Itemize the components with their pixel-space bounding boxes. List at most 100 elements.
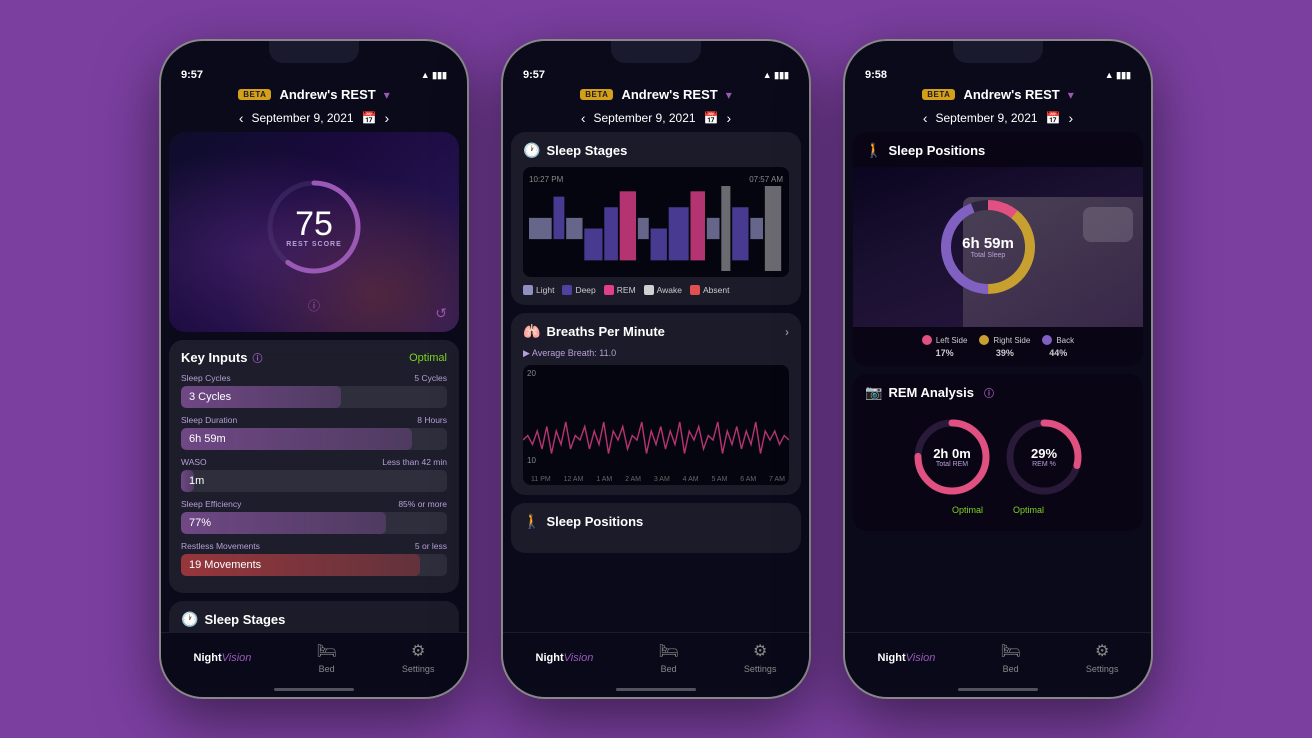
score-info-icon[interactable]: ⓘ	[308, 297, 320, 314]
metric-sleep-duration: Sleep Duration 8 Hours 6h 59m	[181, 415, 447, 450]
nav-title-3: Andrew's REST	[963, 87, 1059, 102]
sleep-positions-card: 🚶 Sleep Positions	[853, 132, 1143, 366]
brand-2: Night Vision	[536, 652, 594, 664]
nav-dropdown-1[interactable]: ▾	[384, 88, 390, 102]
nav-bed-3[interactable]: 🛏 Bed	[1001, 641, 1021, 674]
calendar-icon-3[interactable]: 📅	[1046, 111, 1061, 125]
notch-1	[269, 41, 359, 63]
legend-back: Back 44%	[1042, 335, 1074, 358]
bed-icon-3: 🛏	[1001, 641, 1021, 661]
total-sleep-label: Total Sleep	[962, 252, 1014, 259]
breaths-chevron[interactable]: ›	[785, 325, 789, 339]
metric-sleep-duration-header: Sleep Duration 8 Hours	[181, 415, 447, 425]
metric-restless-header: Restless Movements 5 or less	[181, 541, 447, 551]
score-circle-container: 75 ReST SCORE	[264, 177, 364, 277]
status-bar-3: 9:58 ▲ ▮▮▮	[845, 63, 1151, 83]
nav-bed-2[interactable]: 🛏 Bed	[659, 641, 679, 674]
metric-restless-bar: 19 Movements	[181, 554, 447, 576]
clock-icon-2: 🕐	[523, 142, 540, 159]
rem-info-icon[interactable]: ⓘ	[984, 385, 994, 400]
calendar-icon-2[interactable]: 📅	[704, 111, 719, 125]
score-label: ReST SCORE	[286, 241, 342, 248]
calendar-icon-1[interactable]: 📅	[362, 111, 377, 125]
person-icon-3: 🚶	[865, 142, 882, 159]
score-circle: 75 ReST SCORE	[264, 177, 364, 277]
nav-settings-2[interactable]: ⚙ Settings	[744, 641, 777, 674]
rem-circles: 2h 0m Total REM 29% REM %	[865, 409, 1131, 505]
key-inputs-status: Optimal	[409, 352, 447, 364]
next-date-3[interactable]: ›	[1069, 110, 1074, 126]
nav-settings-1[interactable]: ⚙ Settings	[402, 641, 435, 674]
legend-absent: Absent	[690, 285, 729, 295]
status-icons-3: ▲ ▮▮▮	[1105, 70, 1131, 81]
rem-total-circle: 2h 0m Total REM	[912, 417, 992, 497]
brand-1: Night Vision	[194, 652, 252, 664]
settings-icon-3: ⚙	[1095, 641, 1109, 661]
prev-date-3[interactable]: ‹	[923, 110, 928, 126]
legend-awake: Awake	[644, 285, 682, 295]
beta-badge-2: BETA	[580, 89, 613, 100]
rem-optimal-1: Optimal	[952, 505, 983, 515]
key-inputs-info-icon[interactable]: ⓘ	[252, 350, 262, 365]
legend-deep: Deep	[562, 285, 595, 295]
status-icons-1: ▲ ▮▮▮	[421, 70, 447, 81]
nav-dropdown-3[interactable]: ▾	[1068, 88, 1074, 102]
date-bar-2: ‹ September 9, 2021 📅 ›	[503, 106, 809, 132]
refresh-icon[interactable]: ↺	[435, 305, 447, 322]
home-bar-3	[958, 688, 1038, 691]
nav-dropdown-2[interactable]: ▾	[726, 88, 732, 102]
sleep-positions-visual: 6h 59m Total Sleep	[853, 167, 1143, 327]
sleep-stages-card: 🕐 Sleep Stages 10:27 PM 07:57 AM	[511, 132, 801, 305]
notch-2	[611, 41, 701, 63]
phone-2: 9:57 ▲ ▮▮▮ BETA Andrew's REST ▾ ‹ Septem…	[501, 39, 811, 699]
metric-sleep-efficiency-bar: 77%	[181, 512, 447, 534]
sleep-positions-header: 🚶 Sleep Positions	[853, 132, 1143, 159]
breaths-avg: ▶ Average Breath: 11.0	[523, 348, 789, 359]
settings-icon-1: ⚙	[411, 641, 425, 661]
prev-date-1[interactable]: ‹	[239, 110, 244, 126]
key-inputs-title: Key Inputs ⓘ	[181, 350, 262, 365]
total-sleep-donut: 6h 59m Total Sleep	[933, 192, 1043, 302]
time-1: 9:57	[181, 69, 203, 81]
metric-waso-bar: 1m	[181, 470, 447, 492]
home-bar-1	[274, 688, 354, 691]
phone-3: 9:58 ▲ ▮▮▮ BETA Andrew's REST ▾ ‹ Septem…	[843, 39, 1153, 699]
status-bar-1: 9:57 ▲ ▮▮▮	[161, 63, 467, 83]
breaths-title: 🫁 Breaths Per Minute ›	[523, 323, 789, 340]
bottom-nav-1: Night Vision 🛏 Bed ⚙ Settings	[161, 632, 467, 688]
key-inputs-header: Key Inputs ⓘ Optimal	[181, 350, 447, 365]
notch-3	[953, 41, 1043, 63]
rem-title: 📷 REM Analysis ⓘ	[865, 384, 1131, 401]
legend-rem: REM	[604, 285, 636, 295]
positions-legend: Left Side 17% Right Side 39%	[853, 327, 1143, 366]
rem-icon: 📷	[865, 384, 882, 401]
next-date-1[interactable]: ›	[385, 110, 390, 126]
next-date-2[interactable]: ›	[727, 110, 732, 126]
settings-icon-2: ⚙	[753, 641, 767, 661]
breaths-chart: 20 10 11 PM 12 AM 1 AM 2 AM 3 AM 4 AM 5 …	[523, 365, 789, 485]
bottom-nav-2: Night Vision 🛏 Bed ⚙ Settings	[503, 632, 809, 688]
sleep-positions-preview-title: 🚶 Sleep Positions	[523, 513, 789, 530]
nav-title-1: Andrew's REST	[279, 87, 375, 102]
sleep-positions-preview-card: 🚶 Sleep Positions	[511, 503, 801, 553]
nav-bed-1[interactable]: 🛏 Bed	[317, 641, 337, 674]
rem-optimal-labels: Optimal Optimal	[865, 505, 1131, 521]
prev-date-2[interactable]: ‹	[581, 110, 586, 126]
beta-badge-1: BETA	[238, 89, 271, 100]
top-nav-2: BETA Andrew's REST ▾	[503, 83, 809, 106]
sleep-stages-title: 🕐 Sleep Stages	[523, 142, 789, 159]
metric-sleep-cycles: Sleep Cycles 5 Cycles 3 Cycles	[181, 373, 447, 408]
date-text-3: September 9, 2021	[935, 111, 1037, 125]
metric-sleep-efficiency: Sleep Efficiency 85% or more 77%	[181, 499, 447, 534]
top-nav-1: BETA Andrew's REST ▾	[161, 83, 467, 106]
metric-waso-header: WASO Less than 42 min	[181, 457, 447, 467]
top-nav-3: BETA Andrew's REST ▾	[845, 83, 1151, 106]
person-icon: 🚶	[523, 513, 540, 530]
nav-settings-3[interactable]: ⚙ Settings	[1086, 641, 1119, 674]
legend-light: Light	[523, 285, 554, 295]
total-sleep-text: 6h 59m Total Sleep	[962, 235, 1014, 259]
stages-legend: Light Deep REM Awake	[523, 285, 789, 295]
sleep-stages-preview-title: 🕐 Sleep Stages	[181, 611, 447, 628]
clock-icon: 🕐	[181, 611, 198, 628]
beta-badge-3: BETA	[922, 89, 955, 100]
